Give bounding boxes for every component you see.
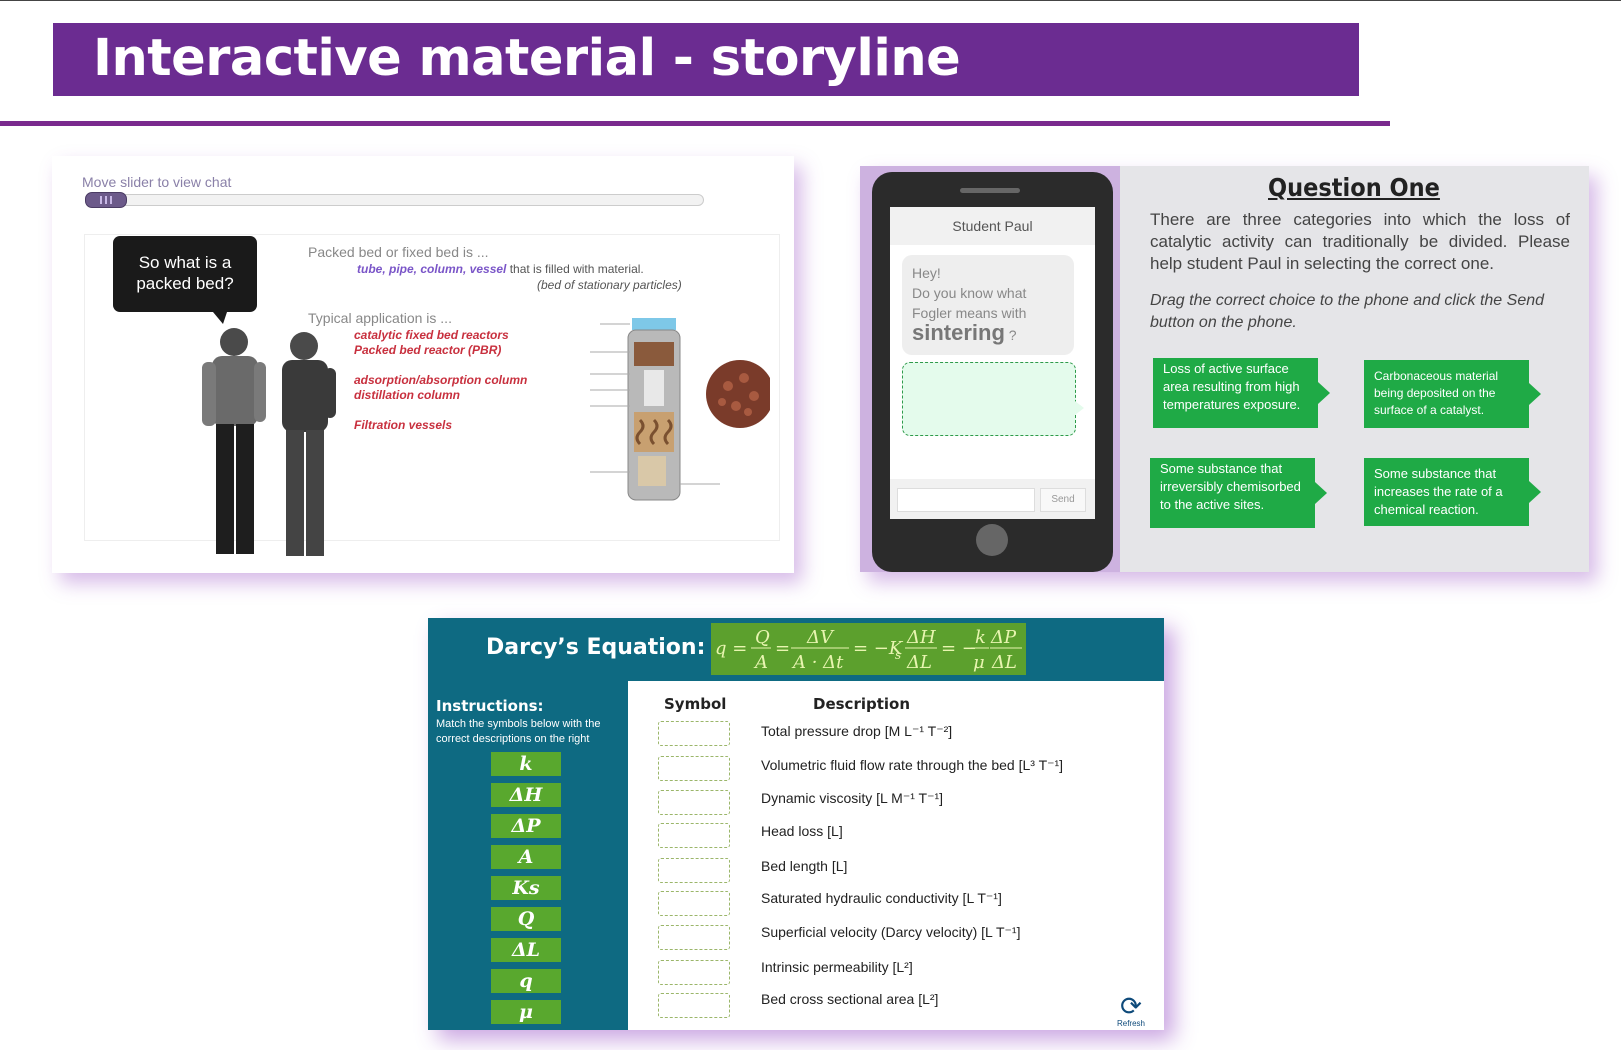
choice-card[interactable]: Loss of active surface area resulting fr… xyxy=(1153,358,1330,428)
description-item: Dynamic viscosity [L M⁻¹ T⁻¹] xyxy=(761,790,944,806)
svg-text:ΔV: ΔV xyxy=(806,627,835,648)
application-item: catalytic fixed bed reactors xyxy=(354,328,509,342)
packed-bed-chat-slide: Move slider to view chat So what is a pa… xyxy=(52,156,794,573)
symbol-drop-slot[interactable] xyxy=(658,823,730,848)
svg-text:ΔL: ΔL xyxy=(991,652,1017,673)
symbol-tile[interactable]: Q xyxy=(491,907,561,931)
packed-bed-note: (bed of stationary particles) xyxy=(537,278,682,292)
svg-text:ΔL: ΔL xyxy=(906,652,932,673)
phone-input-row: Send xyxy=(890,479,1095,519)
description-item: Total pressure drop [M L⁻¹ T⁻²] xyxy=(761,723,953,739)
application-item: Filtration vessels xyxy=(354,418,453,432)
refresh-label: Refresh xyxy=(1116,1019,1145,1028)
chat-slider-track[interactable] xyxy=(85,194,704,206)
packed-bed-definition: tube, pipe, column, vessel that is fille… xyxy=(357,262,644,276)
darcy-equation-panel: Darcy’s Equation: q = QA = ΔV A · Δt = −K… xyxy=(428,618,1164,1030)
svg-text:ΔP: ΔP xyxy=(990,627,1017,648)
symbol-tile[interactable]: ΔL xyxy=(491,938,561,962)
svg-text:ΔH: ΔH xyxy=(906,627,936,648)
slider-label: Move slider to view chat xyxy=(82,174,232,190)
description-item: Intrinsic permeability [L²] xyxy=(761,959,913,975)
svg-text:Q: Q xyxy=(755,627,770,648)
svg-text:A · Δt: A · Δt xyxy=(791,652,844,673)
symbol-drop-slot[interactable] xyxy=(658,858,730,883)
symbol-tile[interactable]: q xyxy=(491,969,561,993)
phone-home-button xyxy=(976,524,1008,556)
symbol-drop-slot[interactable] xyxy=(658,960,730,985)
choice-card[interactable]: Some substance that increases the rate o… xyxy=(1364,458,1541,526)
chat-slider-thumb[interactable] xyxy=(85,192,127,208)
packed-bed-heading: Packed bed or fixed bed is ... xyxy=(308,244,489,260)
title-banner: Interactive material - storyline xyxy=(53,23,1359,96)
description-item: Head loss [L] xyxy=(761,823,843,839)
packed-bed-diagram xyxy=(590,318,770,501)
symbol-tile[interactable]: ΔP xyxy=(491,814,561,838)
chat-message: Hey! Do you know what Fogler means with … xyxy=(902,255,1074,355)
phone-speaker xyxy=(960,188,1020,193)
symbol-column-header: Symbol xyxy=(664,695,727,713)
choice-card[interactable]: Some substance that irreversibly chemiso… xyxy=(1150,458,1327,528)
instructions-heading: Instructions: xyxy=(436,697,544,715)
application-item: Packed bed reactor (PBR) xyxy=(354,343,502,357)
symbol-tile[interactable]: k xyxy=(491,752,561,776)
choice-card[interactable]: Carbonaceous material being deposited on… xyxy=(1364,360,1541,428)
svg-text:k: k xyxy=(975,627,986,648)
symbol-tile[interactable]: μ xyxy=(491,1000,561,1024)
description-column-header: Description xyxy=(813,695,911,713)
symbol-drop-slot[interactable] xyxy=(658,925,730,950)
symbol-drop-slot[interactable] xyxy=(658,993,730,1018)
symbol-drop-slot[interactable] xyxy=(658,756,730,781)
question-instruction: Drag the correct choice to the phone and… xyxy=(1150,292,1545,331)
message-keyword: sintering xyxy=(912,320,1005,345)
svg-text:=: = xyxy=(775,638,790,659)
svg-text:s: s xyxy=(895,648,901,662)
darcy-header: Darcy’s Equation: q = QA = ΔV A · Δt = −K… xyxy=(428,618,1164,681)
send-button[interactable]: Send xyxy=(1040,488,1086,512)
refresh-button[interactable]: ⟳ Refresh xyxy=(1113,993,1149,1029)
svg-text:μ: μ xyxy=(973,652,985,673)
question-title: Question One xyxy=(1268,173,1440,202)
students-illustration xyxy=(202,328,336,556)
page-title: Interactive material - storyline xyxy=(93,29,961,88)
description-item: Superficial velocity (Darcy velocity) [L… xyxy=(761,924,1021,940)
svg-text:A: A xyxy=(753,652,768,673)
refresh-icon: ⟳ xyxy=(1120,991,1142,1021)
phone-contact-name: Student Paul xyxy=(890,207,1095,245)
symbol-drop-slot[interactable] xyxy=(658,790,730,815)
symbol-palette: Instructions: Match the symbols below wi… xyxy=(428,681,628,1030)
top-border-line xyxy=(0,0,1621,1)
darcy-equation: q = QA = ΔV A · Δt = −K s ΔH ΔL = − kμ ΔP ΔL xyxy=(711,623,1026,675)
description-item: Bed length [L] xyxy=(761,858,848,874)
symbol-drop-slot[interactable] xyxy=(658,721,730,746)
darcy-title: Darcy’s Equation: xyxy=(486,635,706,660)
title-divider xyxy=(0,121,1390,126)
symbol-tile[interactable]: A xyxy=(491,845,561,869)
svg-text:q =: q = xyxy=(715,638,747,659)
description-item: Saturated hydraulic conductivity [L T⁻¹] xyxy=(761,890,1002,906)
application-item: adsorption/absorption column xyxy=(354,373,528,387)
description-item: Volumetric fluid flow rate through the b… xyxy=(761,757,1064,773)
description-item: Bed cross sectional area [L²] xyxy=(761,991,939,1007)
phone-text-input[interactable] xyxy=(897,488,1035,512)
reply-drop-zone[interactable] xyxy=(902,362,1084,436)
instructions-text: Match the symbols below with the correct… xyxy=(436,718,601,745)
symbol-tile[interactable]: ΔH xyxy=(491,783,561,807)
application-item: distillation column xyxy=(354,388,461,402)
application-heading: Typical application is ... xyxy=(308,310,452,326)
question-body: There are three categories into which th… xyxy=(1150,210,1570,273)
phone: Student Paul Hey! Do you know what Fogle… xyxy=(872,172,1113,572)
phone-screen: Student Paul Hey! Do you know what Fogle… xyxy=(890,207,1095,519)
question-one-panel: Student Paul Hey! Do you know what Fogle… xyxy=(860,166,1589,572)
speech-bubble: So what is a packed bed? xyxy=(113,236,257,324)
symbol-tile[interactable]: Ks xyxy=(491,876,561,900)
symbol-drop-slot[interactable] xyxy=(658,891,730,916)
